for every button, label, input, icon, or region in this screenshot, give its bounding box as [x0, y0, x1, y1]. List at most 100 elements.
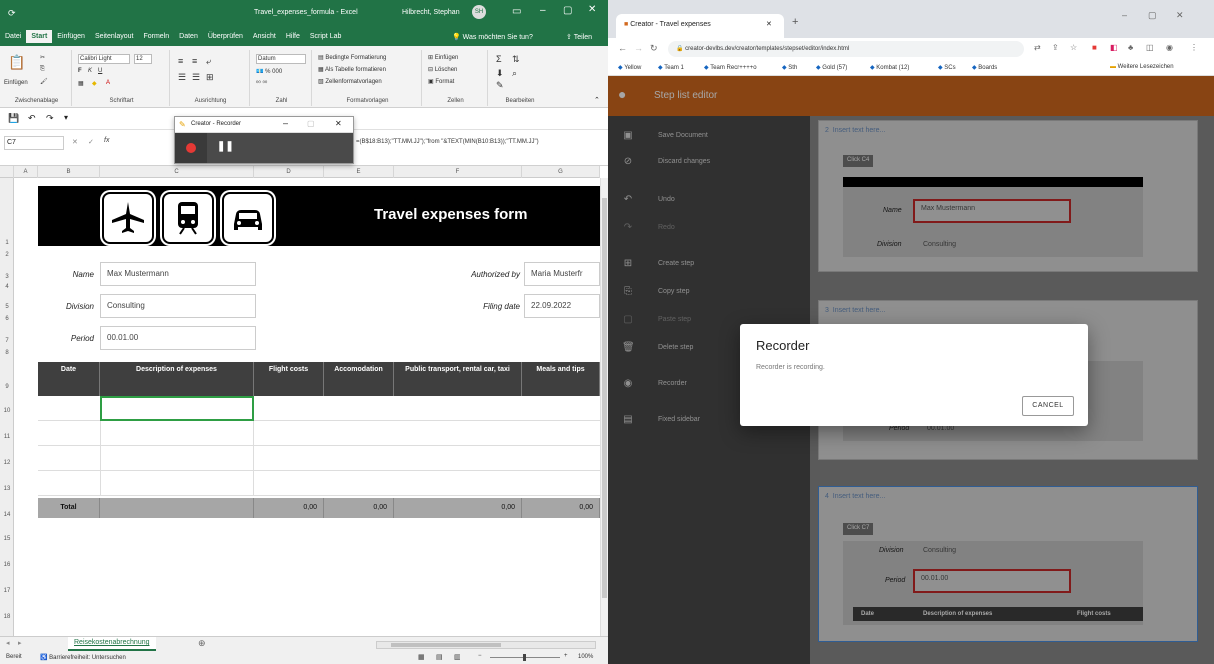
- record-button[interactable]: [175, 133, 207, 163]
- align-top-icon[interactable]: ≡: [178, 56, 183, 66]
- tab-help[interactable]: Hilfe: [281, 30, 305, 43]
- bookmark-item[interactable]: ◆ Team Recr++++o: [704, 64, 757, 71]
- table-header-accomodation[interactable]: Accomodation: [324, 362, 394, 396]
- period-cell[interactable]: 00.01.00: [100, 326, 256, 350]
- borders-icon[interactable]: ▦: [78, 80, 84, 87]
- cancel-button[interactable]: CANCEL: [1022, 396, 1074, 416]
- zoom-slider-thumb[interactable]: [523, 654, 526, 661]
- row-header[interactable]: 17: [0, 588, 14, 594]
- row-header[interactable]: 1: [0, 240, 14, 246]
- select-all-corner[interactable]: [0, 166, 14, 178]
- browser-menu-icon[interactable]: ⋮: [1190, 43, 1198, 52]
- total-meals[interactable]: 0,00: [522, 498, 600, 518]
- tab-script-lab[interactable]: Script Lab: [305, 30, 347, 43]
- table-body[interactable]: [38, 396, 600, 496]
- zoom-slider[interactable]: [490, 654, 560, 661]
- row-header[interactable]: 8: [0, 350, 14, 356]
- profile-icon[interactable]: ◉: [1166, 43, 1173, 52]
- address-bar[interactable]: 🔒 creator-devlbs.dev/creator/templates/s…: [668, 41, 1024, 57]
- paste-label[interactable]: Einfügen: [4, 80, 28, 86]
- page-layout-icon[interactable]: ▤: [436, 653, 443, 661]
- browser-close-icon[interactable]: ✕: [1176, 10, 1184, 21]
- autosum-icon[interactable]: Σ: [496, 54, 502, 64]
- underline-icon[interactable]: U: [98, 68, 102, 74]
- selected-cell[interactable]: [100, 396, 254, 421]
- accessibility-status[interactable]: ♿ Barrierefreiheit: Untersuchen: [40, 654, 126, 661]
- row-header[interactable]: 6: [0, 316, 14, 322]
- name-box[interactable]: C7: [4, 136, 64, 150]
- tab-start[interactable]: Start: [26, 30, 53, 43]
- sheet-nav-prev-icon[interactable]: ◂: [6, 639, 10, 647]
- avatar[interactable]: SH: [472, 5, 486, 19]
- save-icon[interactable]: 💾: [8, 113, 19, 124]
- bookmark-item[interactable]: ◆ Sth: [782, 64, 797, 71]
- format-painter-icon[interactable]: 🖌: [40, 78, 48, 85]
- tell-me-box[interactable]: 💡 Was möchten Sie tun?: [452, 33, 533, 41]
- tab-view[interactable]: Ansicht: [248, 30, 281, 43]
- row-header[interactable]: 3: [0, 274, 14, 280]
- division-cell[interactable]: Consulting: [100, 294, 256, 318]
- table-header-meals[interactable]: Meals and tips: [522, 362, 600, 396]
- row-header[interactable]: 9: [0, 384, 14, 390]
- other-bookmarks[interactable]: ▬ Weitere Lesezeichen: [1110, 64, 1174, 70]
- wrap-text-icon[interactable]: ⤶: [206, 56, 211, 67]
- insert-cells-button[interactable]: ⊞ Einfügen: [428, 54, 458, 61]
- tab-page-layout[interactable]: Seitenlayout: [90, 30, 139, 43]
- row-header[interactable]: 14: [0, 512, 14, 518]
- worksheet-grid[interactable]: Travel expenses form Name Max Mustermann…: [14, 178, 600, 640]
- tab-file[interactable]: Datei: [0, 30, 26, 43]
- name-cell[interactable]: Max Mustermann: [100, 262, 256, 286]
- row-header[interactable]: 16: [0, 562, 14, 568]
- format-cells-button[interactable]: ▣ Format: [428, 78, 454, 85]
- recorder-mini-titlebar[interactable]: ✎ Creator - Recorder – ▢ ✕: [175, 117, 353, 133]
- row-header[interactable]: 15: [0, 536, 14, 542]
- extensions-puzzle-icon[interactable]: ◫: [1146, 43, 1154, 52]
- collapse-ribbon-icon[interactable]: ⌃: [594, 96, 600, 104]
- table-header-transport[interactable]: Public transport, rental car, taxi: [394, 362, 522, 396]
- row-header[interactable]: 2: [0, 252, 14, 258]
- font-color-icon[interactable]: A: [106, 80, 110, 86]
- horizontal-scrollbar[interactable]: [376, 641, 596, 649]
- bookmark-item[interactable]: ◆ Kombat (12): [870, 64, 909, 71]
- tab-formulas[interactable]: Formeln: [138, 30, 174, 43]
- table-header-description[interactable]: Description of expenses: [100, 362, 254, 396]
- delete-cells-button[interactable]: ⊟ Löschen: [428, 66, 457, 73]
- formula-confirm-icon[interactable]: ✓: [88, 138, 94, 146]
- filing-date-cell[interactable]: 22.09.2022: [524, 294, 600, 318]
- back-icon[interactable]: ←: [618, 43, 627, 53]
- sheet-tab[interactable]: Reisekostenabrechnung: [68, 637, 156, 651]
- sheet-nav-next-icon[interactable]: ▸: [18, 639, 22, 647]
- zoom-level[interactable]: 100%: [578, 654, 593, 660]
- normal-view-icon[interactable]: ▦: [418, 653, 425, 661]
- merge-icon[interactable]: ⊞: [206, 72, 214, 83]
- clear-icon[interactable]: ✎: [496, 80, 504, 91]
- redo-icon[interactable]: ↷: [46, 113, 54, 124]
- recorder-minimize-icon[interactable]: –: [283, 118, 288, 128]
- ribbon-display-icon[interactable]: ▭: [512, 6, 521, 17]
- paste-icon[interactable]: 📋: [8, 54, 25, 71]
- format-as-table-button[interactable]: ▦ Als Tabelle formatieren: [318, 66, 386, 73]
- total-flight[interactable]: 0,00: [254, 498, 324, 518]
- row-header[interactable]: 5: [0, 304, 14, 310]
- formula-cancel-icon[interactable]: ✕: [72, 138, 78, 146]
- forward-icon[interactable]: →: [634, 43, 643, 53]
- copy-icon[interactable]: ⎘: [40, 66, 45, 73]
- total-accomodation[interactable]: 0,00: [324, 498, 394, 518]
- bold-icon[interactable]: F: [78, 68, 82, 74]
- fx-icon[interactable]: fx: [104, 137, 109, 144]
- column-header[interactable]: G: [522, 166, 600, 178]
- browser-tab[interactable]: ■ Creator - Travel expenses ✕: [616, 14, 784, 38]
- column-header[interactable]: D: [254, 166, 324, 178]
- undo-icon[interactable]: ↶: [28, 113, 36, 124]
- number-format-select[interactable]: Datum: [256, 54, 306, 64]
- new-tab-icon[interactable]: +: [792, 16, 798, 28]
- table-header-flight[interactable]: Flight costs: [254, 362, 324, 396]
- bookmark-item[interactable]: ◆ Boards: [972, 64, 997, 71]
- column-header[interactable]: E: [324, 166, 394, 178]
- tab-close-icon[interactable]: ✕: [766, 20, 772, 28]
- row-header[interactable]: 7: [0, 338, 14, 344]
- bookmark-item[interactable]: ◆ Team 1: [658, 64, 684, 71]
- align-middle-icon[interactable]: ≡: [192, 56, 197, 66]
- horizontal-scrollbar-thumb[interactable]: [391, 643, 501, 647]
- customize-qat-icon[interactable]: ▾: [64, 113, 68, 122]
